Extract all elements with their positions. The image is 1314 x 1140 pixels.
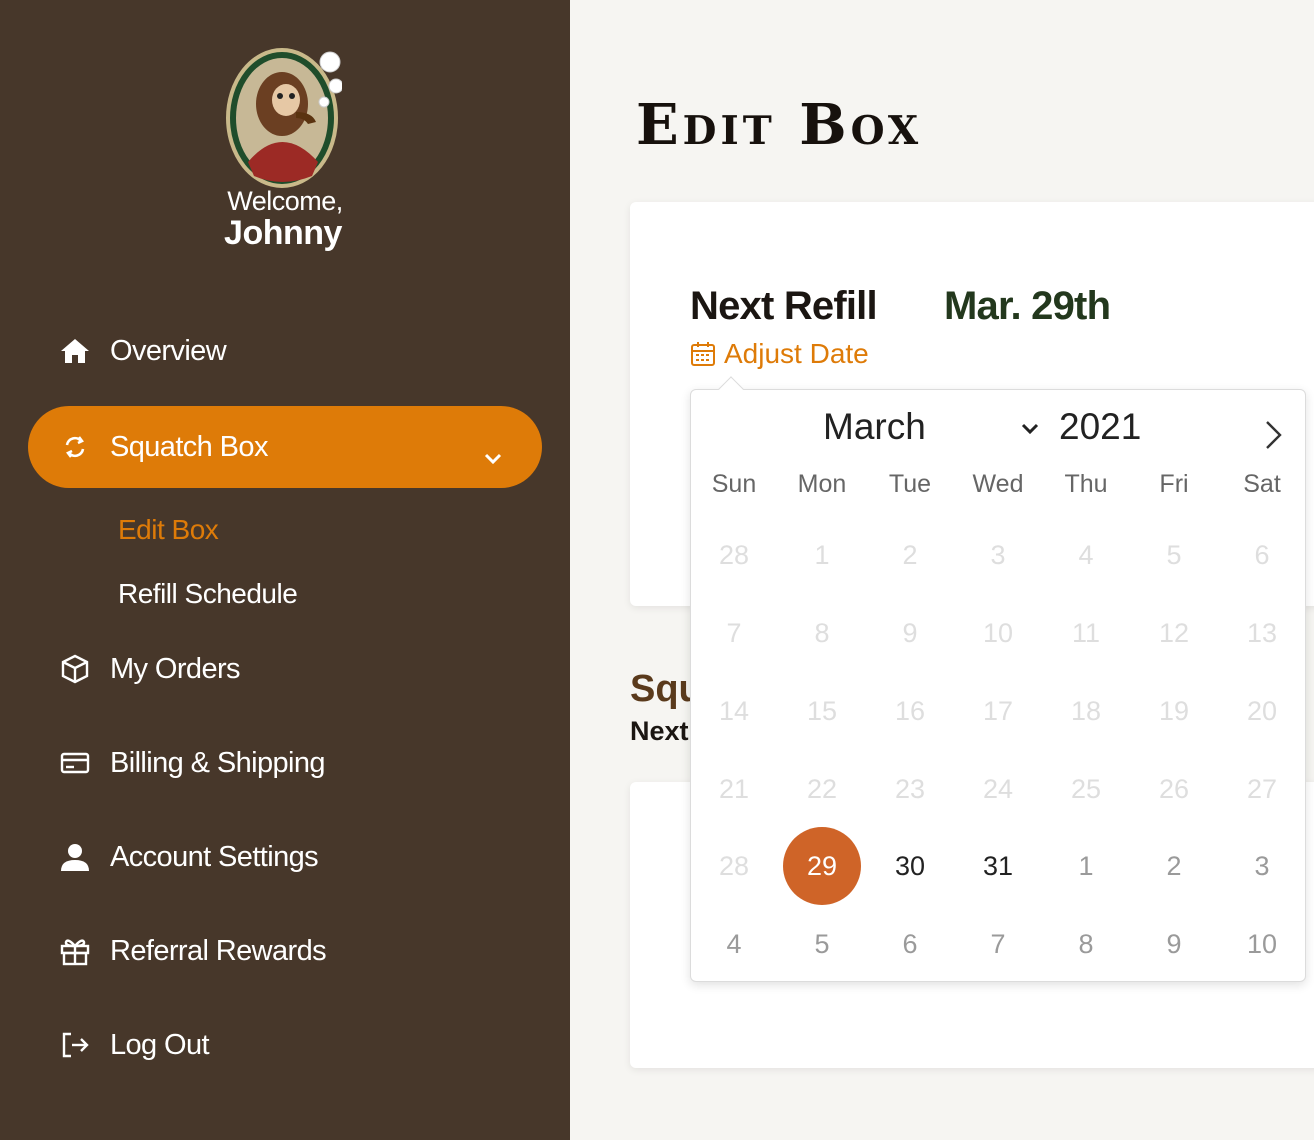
adjust-date-label: Adjust Date [724, 338, 869, 369]
nav-overview-label: Overview [110, 334, 227, 367]
calendar-day: 3 [990, 540, 1006, 570]
calendar-day[interactable]: 30 [871, 827, 949, 905]
section-next-text: Next [630, 716, 689, 746]
nav-billing-shipping[interactable]: Billing & Shipping [58, 746, 326, 780]
weekday-label: Wed [972, 470, 1024, 498]
sidebar: Welcome, Johnny Overview Squatch Box Edi… [0, 0, 570, 1140]
calendar-day: 1 [1078, 851, 1094, 881]
calendar-day: 5 [814, 929, 830, 959]
box-icon [58, 652, 92, 686]
nav-account-label: Account Settings [110, 840, 319, 873]
calendar-day: 11 [1071, 618, 1101, 648]
calendar-day: 20 [1246, 696, 1278, 726]
weekday-label: Sat [1243, 470, 1281, 498]
calendar-day: 14 [718, 696, 750, 726]
calendar-day: 28 [718, 540, 750, 570]
weekday-label: Mon [797, 470, 847, 498]
calendar-icon [691, 342, 715, 366]
nav-referral-label: Referral Rewards [110, 934, 327, 967]
weekday-label: Sun [711, 470, 757, 498]
nav-log-out[interactable]: Log Out [58, 1028, 210, 1062]
calendar-day: 17 [982, 696, 1014, 726]
user-icon [58, 840, 92, 874]
nav-billing-label: Billing & Shipping [110, 746, 326, 779]
nav-squatch-box-label: Squatch Box [110, 430, 268, 463]
calendar-day: 7 [726, 618, 742, 648]
calendar-day: 3 [1254, 851, 1270, 881]
adjust-date-link[interactable]: Adjust Date [690, 338, 869, 370]
calendar-day: 23 [894, 774, 926, 804]
calendar-day: 6 [1254, 540, 1270, 570]
calendar-day: 1 [814, 540, 830, 570]
calendar-day: 7 [990, 929, 1006, 959]
calendar-day: 2 [1166, 851, 1182, 881]
year-input[interactable]: 2021 [1059, 406, 1141, 448]
nav-edit-box[interactable]: Edit Box [118, 514, 219, 546]
weekday-label: Fri [1159, 470, 1189, 498]
calendar-day: 22 [806, 774, 838, 804]
nav-squatch-box[interactable]: Squatch Box [28, 406, 542, 488]
weekday-label: Tue [888, 470, 932, 498]
user-name: Johnny [224, 214, 342, 252]
calendar-day: 19 [1158, 696, 1190, 726]
calendar-day: 25 [1070, 774, 1102, 804]
brand-logo [226, 48, 342, 188]
next-refill-label: Next Refill [690, 284, 878, 328]
calendar-day: 15 [806, 696, 838, 726]
calendar-day: 4 [1078, 540, 1094, 570]
page-title: Edit Box [636, 92, 923, 158]
nav-overview[interactable]: Overview [58, 334, 227, 368]
calendar-day: 10 [982, 618, 1014, 648]
calendar-day: 13 [1246, 618, 1278, 648]
nav-my-orders-label: My Orders [110, 652, 241, 685]
calendar-day: 24 [982, 774, 1014, 804]
calendar-day: 5 [1166, 540, 1182, 570]
nav-my-orders[interactable]: My Orders [58, 652, 241, 686]
nav-account-settings[interactable]: Account Settings [58, 840, 319, 874]
refresh-icon [58, 430, 92, 464]
next-month-button[interactable] [1260, 418, 1286, 452]
chevron-down-icon [484, 440, 502, 473]
calendar-day: 2 [902, 540, 918, 570]
calendar-day: 8 [814, 618, 830, 648]
calendar-day: 28 [718, 851, 750, 881]
calendar-day: 6 [902, 929, 918, 959]
calendar-day: 12 [1158, 618, 1190, 648]
next-refill-date: Mar. 29th [944, 284, 1111, 328]
calendar-day: 8 [1078, 929, 1094, 959]
month-select[interactable]: March [823, 406, 926, 448]
calendar-day: 4 [726, 929, 742, 959]
chevron-down-icon [1020, 422, 1040, 441]
nav-refill-schedule[interactable]: Refill Schedule [118, 578, 298, 610]
calendar-day[interactable]: 31 [959, 827, 1037, 905]
calendar-day: 26 [1158, 774, 1190, 804]
welcome-text: Welcome, [227, 186, 343, 216]
weekday-label: Thu [1064, 470, 1108, 498]
calendar-day: 18 [1070, 696, 1102, 726]
credit-card-icon [58, 746, 92, 780]
calendar-day: 9 [1166, 929, 1182, 959]
home-icon [58, 334, 92, 368]
logout-icon [58, 1028, 92, 1062]
gift-icon [58, 934, 92, 968]
nav-logout-label: Log Out [110, 1028, 210, 1061]
calendar-day: 27 [1246, 774, 1278, 804]
calendar-day: 10 [1246, 929, 1278, 959]
calendar-day: 16 [894, 696, 926, 726]
calendar-day-selected[interactable]: 29 [783, 827, 861, 905]
calendar-day: 9 [902, 618, 918, 648]
calendar-day: 21 [718, 774, 750, 804]
nav-referral-rewards[interactable]: Referral Rewards [58, 934, 327, 968]
